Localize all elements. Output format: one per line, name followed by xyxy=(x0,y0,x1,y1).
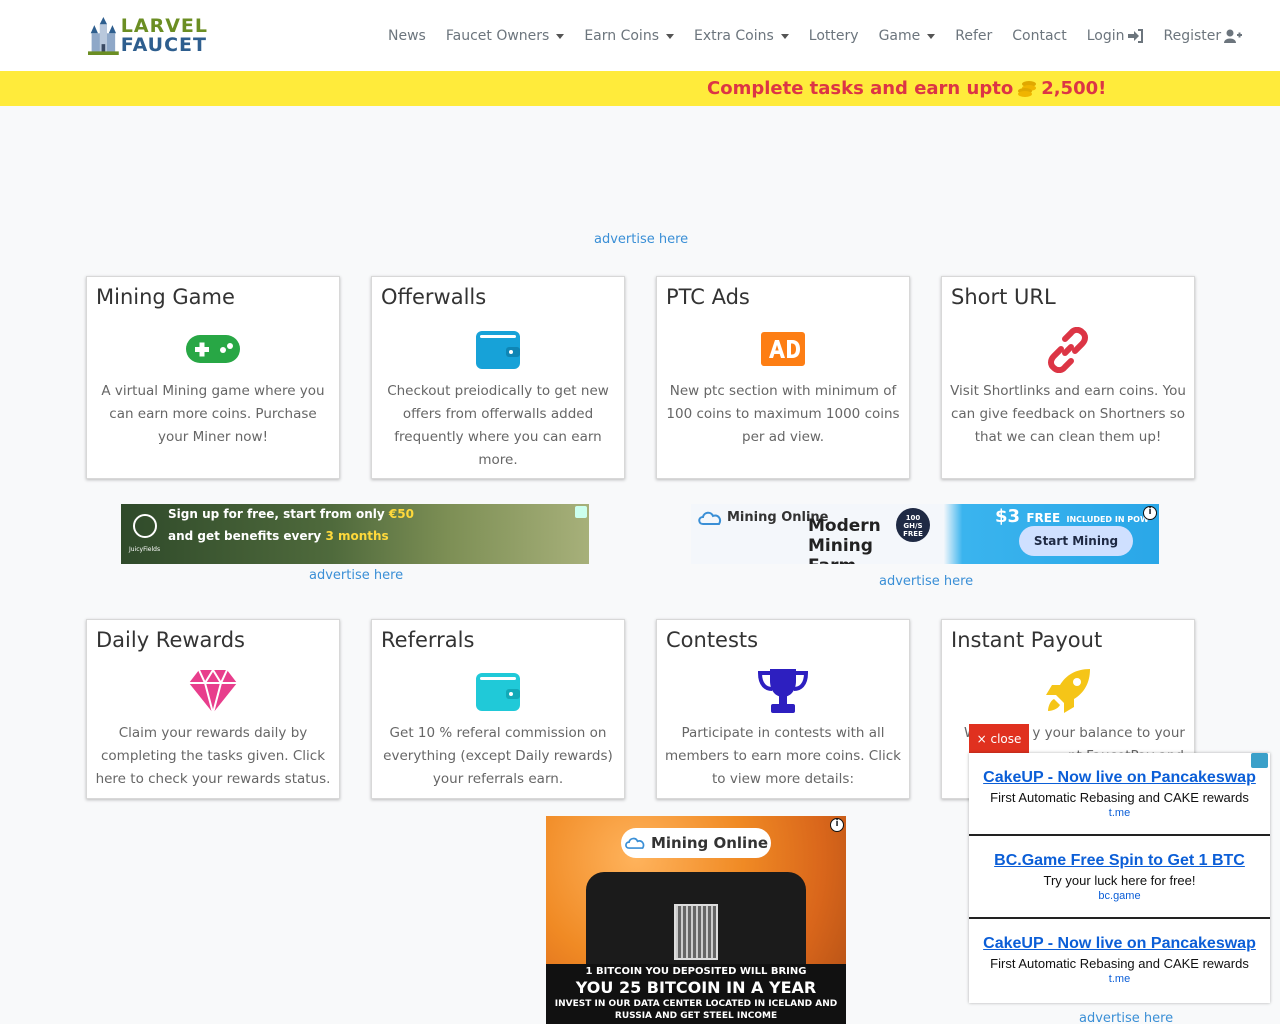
floating-ad-item[interactable]: BC.Game Free Spin to Get 1 BTC Try your … xyxy=(969,852,1270,902)
advertise-link-left[interactable]: advertise here xyxy=(309,568,403,583)
brand-logo[interactable]: LARVEL FAUCET xyxy=(88,14,208,58)
floating-ad-item[interactable]: CakeUP - Now live on Pancakeswap First A… xyxy=(969,935,1270,985)
rocket-icon xyxy=(1046,669,1090,713)
nav-extra-coins[interactable]: Extra Coins xyxy=(684,28,799,44)
close-ad-button[interactable]: × close xyxy=(969,724,1029,753)
card-title: PTC Ads xyxy=(666,285,750,309)
advertise-link-bottom[interactable]: advertise here xyxy=(1079,1011,1173,1024)
castle-icon xyxy=(88,16,119,56)
card-text: Get 10 % referal commission on everythin… xyxy=(383,725,613,787)
gem-icon xyxy=(189,670,237,713)
nav-register[interactable]: Register xyxy=(1154,28,1253,44)
gamepad-icon xyxy=(186,335,240,363)
card-text: A virtual Mining game where you can earn… xyxy=(101,383,325,445)
card-text: Claim your rewards daily by completing t… xyxy=(95,725,331,787)
nav-faucet-owners[interactable]: Faucet Owners xyxy=(436,28,574,44)
ad-banner-mining-online-car[interactable]: Mining Online 1 BITCOIN YOU DEPOSITED WI… xyxy=(546,816,846,1024)
ad-network-icon xyxy=(1251,753,1268,768)
wallet-icon xyxy=(476,673,520,711)
card-text: New ptc section with minimum of 100 coin… xyxy=(666,383,900,445)
nav-game[interactable]: Game xyxy=(869,28,946,44)
ad-icon xyxy=(761,332,805,366)
nav-news[interactable]: News xyxy=(378,28,436,44)
floating-ad-item[interactable]: CakeUP - Now live on Pancakeswap First A… xyxy=(969,769,1270,819)
ad-banner-mining-online[interactable]: Mining Online Modern Mining Farm 100 GH/… xyxy=(691,504,1159,564)
card-title: Contests xyxy=(666,628,759,652)
brand-line2: FAUCET xyxy=(120,34,207,56)
coins-icon xyxy=(1018,80,1037,97)
card-offerwalls[interactable]: Offerwalls Checkout preiodically to get … xyxy=(371,276,625,479)
card-daily-rewards[interactable]: Daily Rewards Claim your rewards daily b… xyxy=(86,619,340,799)
ad-banner-juicyfields[interactable]: JuicyFields Sign up for free, start from… xyxy=(121,504,589,564)
caret-down-icon xyxy=(780,33,789,39)
card-mining-game[interactable]: Mining Game A virtual Mining game where … xyxy=(86,276,340,479)
card-title: Referrals xyxy=(381,628,475,652)
card-short-url[interactable]: Short URL Visit Shortlinks and earn coin… xyxy=(941,276,1195,479)
ad-marker-icon xyxy=(575,506,587,518)
start-mining-button[interactable]: Start Mining xyxy=(1019,526,1133,556)
card-ptc-ads[interactable]: PTC Ads New ptc section with minimum of … xyxy=(656,276,910,479)
card-title: Mining Game xyxy=(96,285,235,309)
sign-in-icon xyxy=(1127,29,1143,43)
nav-earn-coins[interactable]: Earn Coins xyxy=(574,28,684,44)
caret-down-icon xyxy=(665,33,674,39)
card-contests[interactable]: Contests Participate in contests with al… xyxy=(656,619,910,799)
link-icon xyxy=(1048,327,1088,373)
card-title: Short URL xyxy=(951,285,1056,309)
card-referrals[interactable]: Referrals Get 10 % referal commission on… xyxy=(371,619,625,799)
nav-refer[interactable]: Refer xyxy=(945,28,1002,44)
navbar: LARVEL FAUCET News Faucet Owners Earn Co… xyxy=(0,0,1280,71)
promo-text[interactable]: Complete tasks and earn upto 2,500! xyxy=(707,78,1106,99)
card-title: Instant Payout xyxy=(951,628,1103,652)
caret-down-icon xyxy=(927,33,936,39)
cloud-icon xyxy=(698,511,722,525)
main-nav: News Faucet Owners Earn Coins Extra Coin… xyxy=(378,26,1252,46)
info-icon[interactable]: i xyxy=(1143,506,1157,520)
advertise-link-top[interactable]: advertise here xyxy=(594,232,688,247)
caret-down-icon xyxy=(556,33,565,39)
advertise-link-right[interactable]: advertise here xyxy=(879,574,973,589)
cannabis-leaf-icon xyxy=(133,514,157,538)
nav-login[interactable]: Login xyxy=(1077,28,1154,44)
card-title: Offerwalls xyxy=(381,285,487,309)
promo-banner: Complete tasks and earn upto 2,500! xyxy=(0,71,1280,106)
info-icon[interactable]: i xyxy=(830,818,844,832)
wallet-icon xyxy=(476,331,520,369)
trophy-icon xyxy=(758,669,808,713)
user-plus-icon xyxy=(1224,29,1243,43)
card-text: Participate in contests with all members… xyxy=(665,725,901,787)
floating-ad-panel: CakeUP - Now live on Pancakeswap First A… xyxy=(969,753,1270,1003)
card-text: Visit Shortlinks and earn coins. You can… xyxy=(950,383,1186,445)
cloud-icon xyxy=(625,837,645,849)
card-title: Daily Rewards xyxy=(96,628,245,652)
nav-contact[interactable]: Contact xyxy=(1002,28,1076,44)
card-text: Checkout preiodically to get new offers … xyxy=(387,383,609,468)
nav-lottery[interactable]: Lottery xyxy=(799,28,869,44)
